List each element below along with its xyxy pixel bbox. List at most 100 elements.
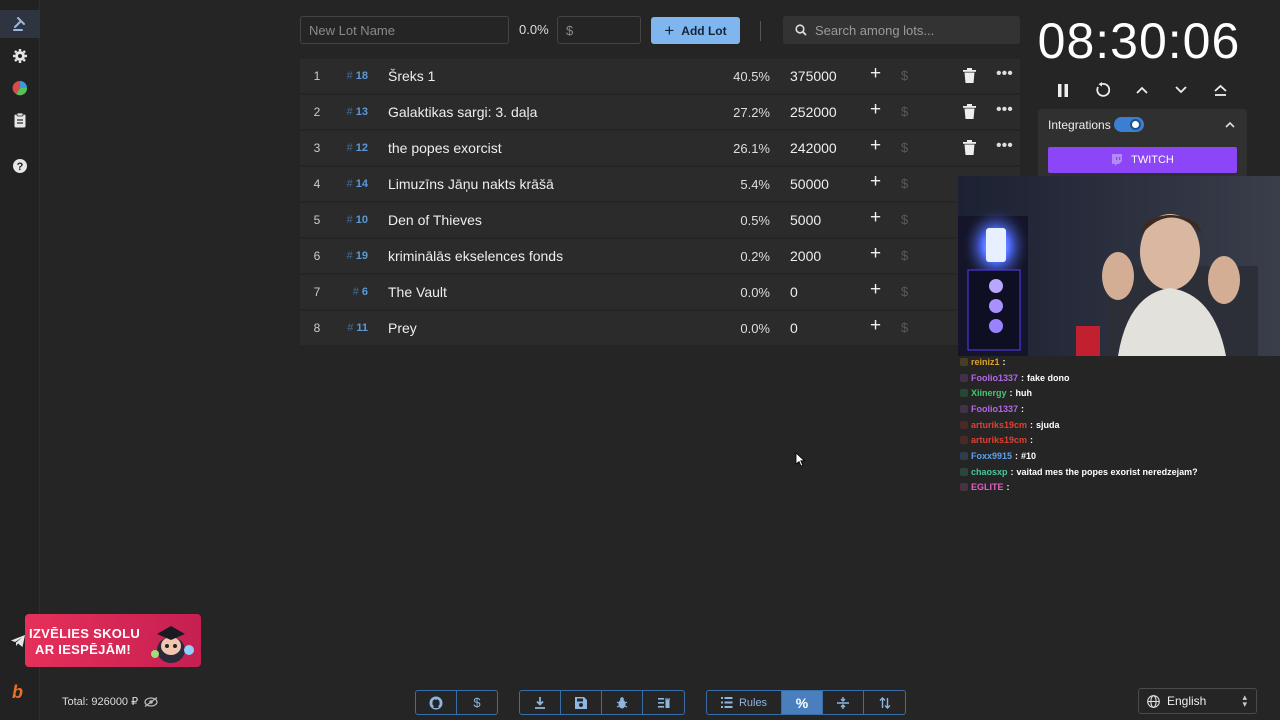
lot-tag[interactable]: #6 <box>342 286 368 298</box>
lot-tag[interactable]: #18 <box>342 70 368 82</box>
timer-display: 08:30:06 <box>1037 13 1241 69</box>
bug-icon[interactable] <box>602 691 643 714</box>
github-icon[interactable] <box>416 691 457 714</box>
restart-icon[interactable] <box>1092 80 1112 100</box>
percent-toggle[interactable]: % <box>782 691 823 714</box>
search-input[interactable] <box>815 22 1005 38</box>
auction-icon[interactable] <box>0 10 40 38</box>
add-amount-icon[interactable]: + <box>870 172 881 191</box>
lot-amount[interactable]: 0 <box>790 320 798 336</box>
dollar-icon[interactable]: $ <box>901 284 908 299</box>
promo-banner[interactable]: IZVĒLIES SKOLU AR IESPĒJĀM! <box>25 614 201 667</box>
compact-view-icon[interactable] <box>823 691 864 714</box>
lot-amount[interactable]: 0 <box>790 284 798 300</box>
twitch-button[interactable]: TWITCH <box>1048 147 1237 173</box>
lot-name[interactable]: The Vault <box>388 284 447 300</box>
lot-amount[interactable]: 5000 <box>790 212 821 228</box>
dollar-icon[interactable]: $ <box>901 140 908 155</box>
chat-username: reiniz1 <box>971 356 1000 367</box>
donate-icon[interactable]: $ <box>457 691 497 714</box>
add-amount-icon[interactable]: + <box>870 316 881 335</box>
trash-icon[interactable] <box>963 104 976 119</box>
clipboard-icon[interactable] <box>0 106 40 134</box>
hash-icon: # <box>346 106 353 118</box>
lot-row[interactable]: 2 #13 Galaktikas sargi: 3. daļa 27.2% 252000… <box>300 95 1020 129</box>
mascot-icon <box>151 626 194 663</box>
chevron-up-icon[interactable] <box>1132 80 1152 100</box>
add-amount-icon[interactable]: + <box>870 100 881 119</box>
sort-icon[interactable] <box>864 691 905 714</box>
lot-name[interactable]: Prey <box>388 320 417 336</box>
new-lot-name-input[interactable] <box>300 16 509 44</box>
lot-name[interactable]: kriminālās ekselences fonds <box>388 248 563 264</box>
lot-tag[interactable]: #10 <box>342 214 368 226</box>
trash-icon[interactable] <box>963 140 976 155</box>
dollar-icon[interactable]: $ <box>901 104 908 119</box>
language-select[interactable]: English ▴ ▾ <box>1138 688 1257 714</box>
integrations-toggle[interactable] <box>1114 117 1144 132</box>
lot-tag[interactable]: #12 <box>342 142 368 154</box>
more-options-icon[interactable]: ••• <box>996 65 1013 83</box>
lot-row[interactable]: 3 #12 the popes exorcist 26.1% 242000 + $ ••• <box>300 131 1020 165</box>
dollar-icon[interactable]: $ <box>901 248 908 263</box>
clear-list-icon[interactable] <box>643 691 684 714</box>
lot-amount[interactable]: 242000 <box>790 140 837 156</box>
dollar-icon[interactable]: $ <box>901 212 908 227</box>
lot-percent: 0.0% <box>740 321 770 336</box>
lot-row[interactable]: 6 #19 kriminālās ekselences fonds 0.2% 2000 +… <box>300 239 1020 273</box>
lot-amount[interactable]: 2000 <box>790 248 821 264</box>
add-amount-icon[interactable]: + <box>870 64 881 83</box>
add-amount-icon[interactable]: + <box>870 280 881 299</box>
download-icon[interactable] <box>520 691 561 714</box>
list-icon <box>720 697 733 708</box>
integrations-panel: Integrations TWITCH <box>1038 109 1247 177</box>
search-box[interactable] <box>783 16 1020 44</box>
hash-icon: # <box>346 214 353 226</box>
add-lot-button[interactable]: + Add Lot <box>651 17 740 44</box>
lot-row[interactable]: 4 #14 Limuzīns Jāņu nakts krāšā 5.4% 50000 + $ <box>300 167 1020 201</box>
lot-amount[interactable]: 375000 <box>790 68 837 84</box>
more-options-icon[interactable]: ••• <box>996 137 1013 155</box>
add-amount-icon[interactable]: + <box>870 136 881 155</box>
more-options-icon[interactable]: ••• <box>996 101 1013 119</box>
rules-button[interactable]: Rules <box>707 691 782 714</box>
gear-icon[interactable] <box>0 42 40 70</box>
lot-name[interactable]: Šreks 1 <box>388 68 435 84</box>
lot-tag[interactable]: #13 <box>342 106 368 118</box>
chat-separator: : <box>1030 435 1034 446</box>
lot-index: 5 <box>313 213 321 227</box>
eye-slash-icon[interactable] <box>144 696 158 707</box>
lot-name[interactable]: the popes exorcist <box>388 140 502 156</box>
help-icon[interactable]: ? <box>0 152 40 180</box>
lot-amount[interactable]: 252000 <box>790 104 837 120</box>
lot-name[interactable]: Limuzīns Jāņu nakts krāšā <box>388 176 554 192</box>
save-icon[interactable] <box>561 691 602 714</box>
telegram-icon[interactable] <box>10 633 26 649</box>
new-lot-amount-input[interactable] <box>557 16 641 44</box>
chat-username: arturiks19cm <box>971 419 1028 430</box>
pause-icon[interactable] <box>1053 80 1073 100</box>
lot-tag[interactable]: #11 <box>342 322 368 334</box>
chevron-up-icon[interactable] <box>1225 117 1235 131</box>
pie-chart-icon[interactable] <box>0 74 40 102</box>
lot-amount[interactable]: 50000 <box>790 176 829 192</box>
lot-tag[interactable]: #14 <box>342 178 368 190</box>
lot-name[interactable]: Den of Thieves <box>388 212 482 228</box>
eject-icon[interactable] <box>1210 80 1230 100</box>
lot-row[interactable]: 1 #18 Šreks 1 40.5% 375000 + $ ••• <box>300 59 1020 93</box>
lot-row[interactable]: 7 #6 The Vault 0.0% 0 + $ <box>300 275 1020 309</box>
lot-row[interactable]: 8 #11 Prey 0.0% 0 + $ <box>300 311 1020 345</box>
dollar-icon[interactable]: $ <box>901 176 908 191</box>
add-amount-icon[interactable]: + <box>870 208 881 227</box>
chat-username: Foxx9915 <box>971 450 1013 461</box>
lot-tag[interactable]: #19 <box>342 250 368 262</box>
lot-row[interactable]: 5 #10 Den of Thieves 0.5% 5000 + $ <box>300 203 1020 237</box>
twitch-label: TWITCH <box>1131 154 1174 166</box>
add-amount-icon[interactable]: + <box>870 244 881 263</box>
dollar-icon[interactable]: $ <box>901 68 908 83</box>
trash-icon[interactable] <box>963 68 976 83</box>
dollar-icon[interactable]: $ <box>901 320 908 335</box>
brand-logo[interactable]: b <box>12 682 23 703</box>
lot-name[interactable]: Galaktikas sargi: 3. daļa <box>388 104 537 120</box>
chevron-down-icon[interactable] <box>1171 80 1191 100</box>
